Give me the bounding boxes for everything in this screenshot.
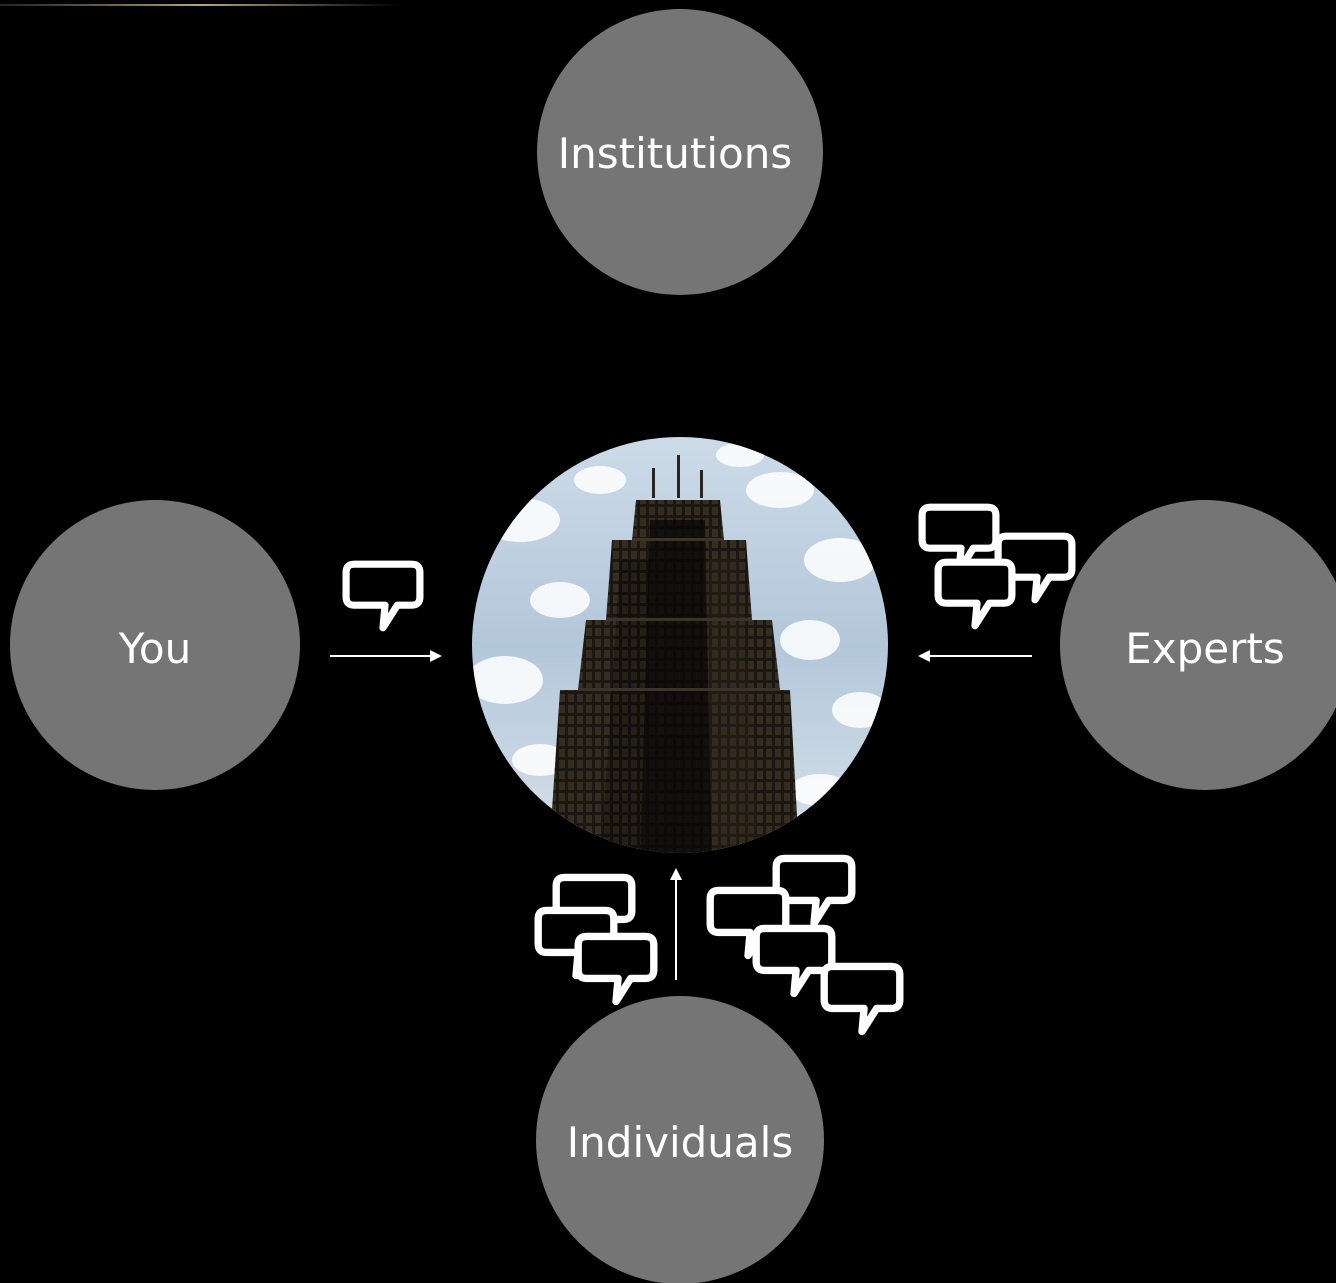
skyscraper-photo [472, 437, 888, 853]
speech-bubble-icon [578, 936, 654, 1001]
arrow-right-icon [330, 650, 442, 662]
speech-bubble-icon [938, 562, 1012, 626]
arrow-left-icon [918, 650, 1032, 662]
node-institutions-label: Institutions [558, 129, 792, 178]
node-institutions: Institutions [537, 9, 823, 295]
node-you-label: You [118, 624, 191, 673]
node-individuals-label: Individuals [567, 1118, 793, 1167]
node-experts-label: Experts [1125, 624, 1285, 673]
speech-bubble-icon [346, 564, 420, 628]
ecosystem-diagram: Institutions You Experts Individuals [0, 4, 1336, 1283]
speech-bubble-icon [756, 928, 832, 993]
node-you: You [10, 500, 300, 790]
node-individuals: Individuals [536, 996, 824, 1283]
node-experts: Experts [1060, 500, 1336, 790]
arrow-up-icon [670, 868, 682, 980]
speech-bubble-icon [824, 966, 900, 1031]
accent-line [0, 4, 400, 6]
